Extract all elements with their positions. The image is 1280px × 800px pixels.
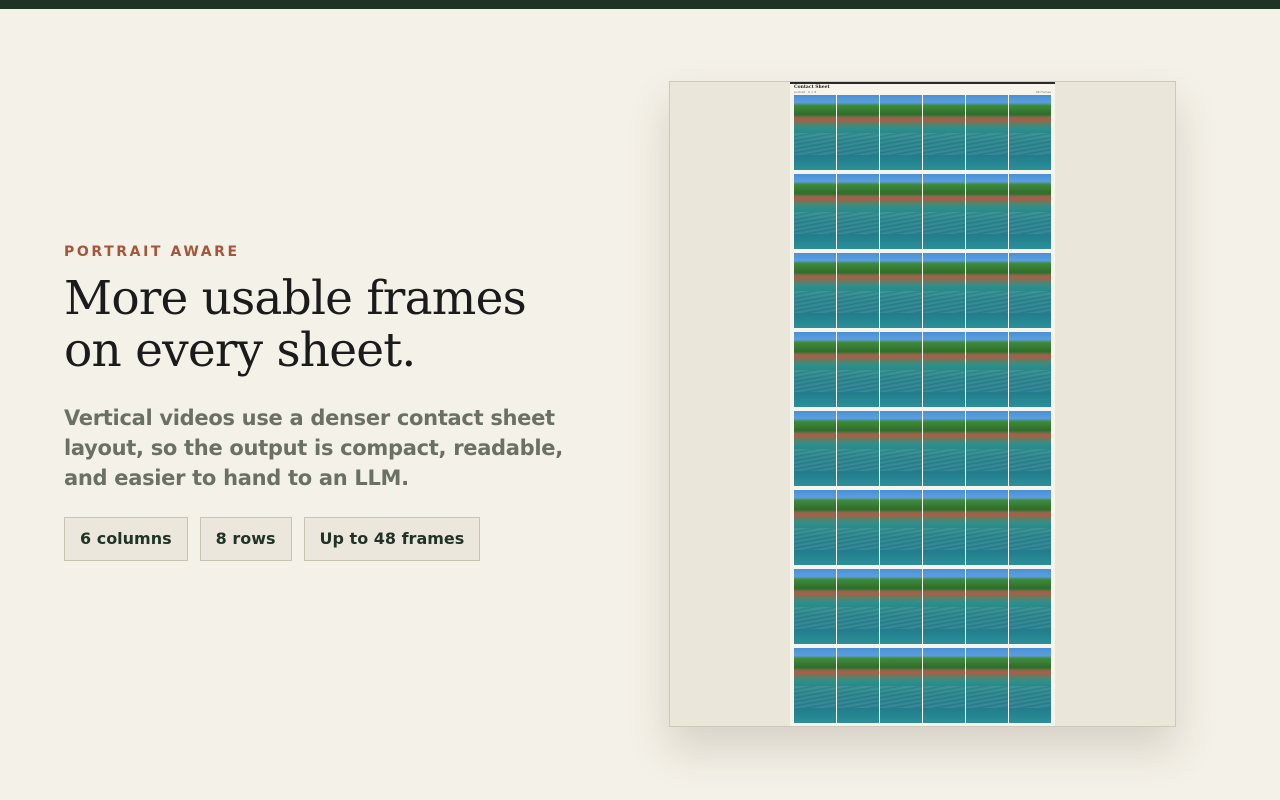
- frame-thumbnail: [837, 490, 879, 565]
- eyebrow-label: PORTRAIT AWARE: [64, 244, 240, 260]
- frame-thumbnail: [1009, 95, 1051, 170]
- frame-thumbnail: [1009, 174, 1051, 249]
- frame-grid: [794, 95, 1052, 723]
- spec-chips: 6 columns 8 rows Up to 48 frames: [64, 517, 624, 561]
- frame-thumbnail: [923, 569, 965, 644]
- frame-thumbnail: [966, 411, 1008, 486]
- frame-thumbnail: [966, 569, 1008, 644]
- frame-thumbnail: [923, 332, 965, 407]
- frame-thumbnail: [923, 648, 965, 723]
- frame-thumbnail: [837, 253, 879, 328]
- frame-thumbnail: [923, 411, 965, 486]
- feature-copy: PORTRAIT AWARE More usable frames on eve…: [64, 244, 624, 561]
- frame-thumbnail: [1009, 411, 1051, 486]
- frame-thumbnail: [880, 332, 922, 407]
- frame-thumbnail: [923, 95, 965, 170]
- frame-thumbnail: [880, 411, 922, 486]
- headline-line-2: on every sheet.: [64, 323, 416, 378]
- frame-thumbnail: [966, 95, 1008, 170]
- sheet-frame-count: 48 frames: [1035, 90, 1051, 94]
- chip-columns: 6 columns: [64, 517, 188, 561]
- frame-thumbnail: [837, 174, 879, 249]
- frame-thumbnail: [1009, 253, 1051, 328]
- frame-thumbnail: [794, 95, 836, 170]
- chip-rows: 8 rows: [199, 517, 292, 561]
- frame-thumbnail: [966, 332, 1008, 407]
- feature-description: Vertical videos use a denser contact she…: [64, 406, 563, 490]
- frame-thumbnail: [794, 569, 836, 644]
- frame-thumbnail: [966, 174, 1008, 249]
- frame-thumbnail: [794, 174, 836, 249]
- frame-thumbnail: [880, 569, 922, 644]
- frame-thumbnail: [880, 490, 922, 565]
- frame-thumbnail: [880, 95, 922, 170]
- frame-thumbnail: [1009, 569, 1051, 644]
- frame-thumbnail: [794, 332, 836, 407]
- top-accent-bar: [0, 0, 1280, 9]
- page-headline: More usable frames on every sheet.: [64, 273, 624, 377]
- frame-thumbnail: [837, 411, 879, 486]
- chip-frames: Up to 48 frames: [303, 517, 481, 561]
- frame-thumbnail: [1009, 490, 1051, 565]
- frame-thumbnail: [794, 253, 836, 328]
- contact-sheet-preview-panel: Contact Sheet portrait · 6 × 8 48 frames: [669, 81, 1176, 727]
- headline-line-1: More usable frames: [64, 271, 527, 326]
- frame-thumbnail: [837, 648, 879, 723]
- frame-thumbnail: [966, 253, 1008, 328]
- frame-thumbnail: [880, 648, 922, 723]
- frame-thumbnail: [923, 490, 965, 565]
- frame-thumbnail: [880, 174, 922, 249]
- frame-thumbnail: [794, 490, 836, 565]
- frame-thumbnail: [1009, 332, 1051, 407]
- frame-thumbnail: [794, 411, 836, 486]
- frame-thumbnail: [1009, 648, 1051, 723]
- frame-thumbnail: [923, 253, 965, 328]
- frame-thumbnail: [923, 174, 965, 249]
- frame-thumbnail: [837, 332, 879, 407]
- frame-thumbnail: [966, 648, 1008, 723]
- frame-thumbnail: [966, 490, 1008, 565]
- frame-thumbnail: [837, 95, 879, 170]
- sheet-meta: portrait · 6 × 8: [794, 90, 817, 94]
- frame-thumbnail: [880, 253, 922, 328]
- frame-thumbnail: [794, 648, 836, 723]
- frame-thumbnail: [837, 569, 879, 644]
- contact-sheet: Contact Sheet portrait · 6 × 8 48 frames: [790, 82, 1055, 726]
